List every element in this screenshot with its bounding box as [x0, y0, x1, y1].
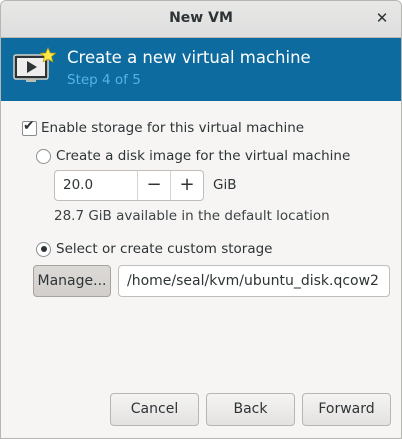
wizard-step: Step 4 of 5 [67, 72, 141, 88]
title-bar[interactable]: New VM ✕ [1, 1, 401, 38]
forward-button[interactable]: Forward [302, 393, 391, 426]
disk-size-input[interactable]: 20.0 [55, 171, 137, 200]
manage-button[interactable]: Manage... [33, 265, 111, 297]
disk-size-spinbutton[interactable]: 20.0 − + [54, 170, 204, 201]
custom-storage-path-input[interactable]: /home/seal/kvm/ubuntu_disk.qcow2 [118, 265, 390, 297]
wizard-header: Create a new virtual machine Step 4 of 5 [1, 38, 401, 101]
enable-storage-label[interactable]: Enable storage for this virtual machine [41, 120, 304, 136]
vm-screen-star-icon [13, 47, 56, 82]
disk-unit-label: GiB [213, 177, 237, 193]
close-icon[interactable]: ✕ [373, 9, 391, 27]
window-title: New VM [169, 10, 233, 26]
decrement-button[interactable]: − [137, 171, 170, 200]
back-button[interactable]: Back [206, 393, 295, 426]
checkmark-icon: ✔ [23, 117, 35, 134]
wizard-title: Create a new virtual machine [67, 48, 311, 67]
custom-storage-label[interactable]: Select or create custom storage [56, 241, 272, 257]
increment-button[interactable]: + [170, 171, 203, 200]
create-disk-label[interactable]: Create a disk image for the virtual mach… [56, 148, 350, 164]
cancel-button[interactable]: Cancel [110, 393, 199, 426]
new-vm-dialog: New VM ✕ Create a new virtual machine St… [0, 0, 402, 439]
enable-storage-row[interactable]: ✔ Enable storage for this virtual machin… [22, 117, 304, 136]
create-disk-radio[interactable] [36, 148, 51, 164]
custom-storage-radio[interactable] [36, 241, 51, 257]
available-space-text: 28.7 GiB available in the default locati… [54, 208, 330, 224]
create-disk-row[interactable]: Create a disk image for the virtual mach… [36, 148, 350, 164]
custom-storage-row[interactable]: Select or create custom storage [36, 241, 272, 257]
enable-storage-checkbox[interactable]: ✔ [22, 117, 37, 136]
